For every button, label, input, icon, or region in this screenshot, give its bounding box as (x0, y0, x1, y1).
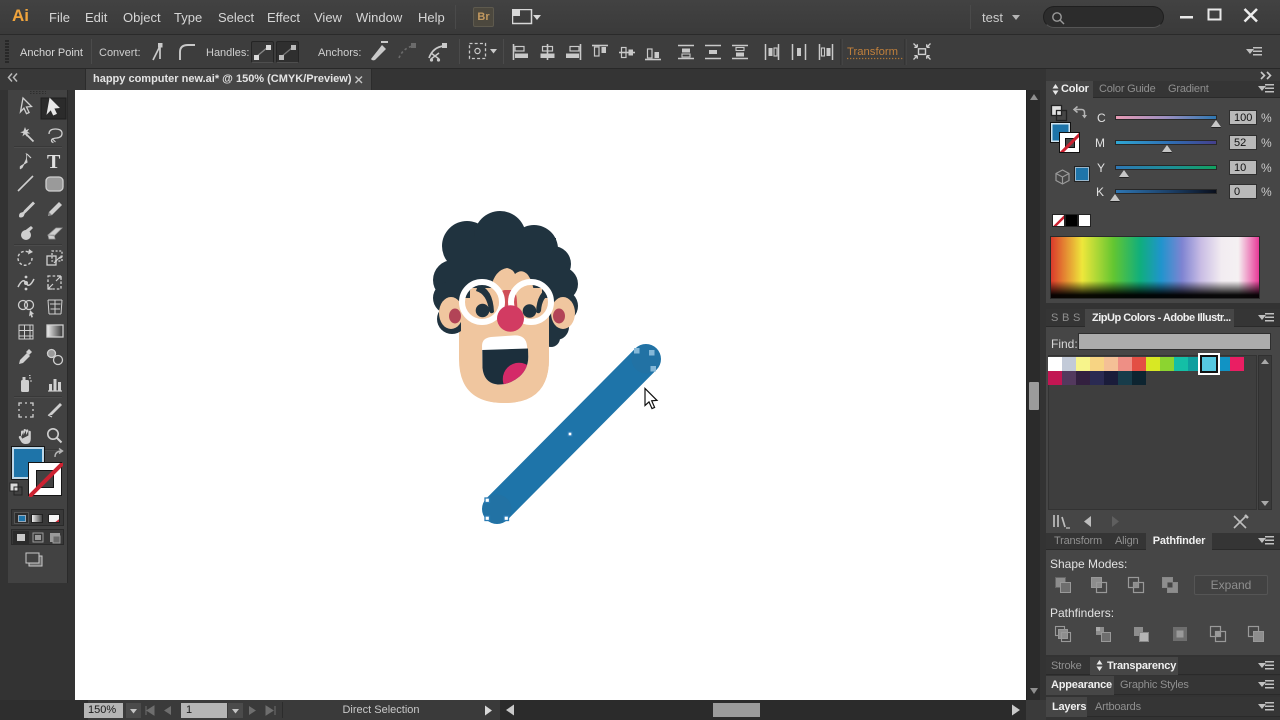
svg-text:Transform: Transform (847, 46, 898, 58)
svg-text:T: T (47, 151, 61, 173)
